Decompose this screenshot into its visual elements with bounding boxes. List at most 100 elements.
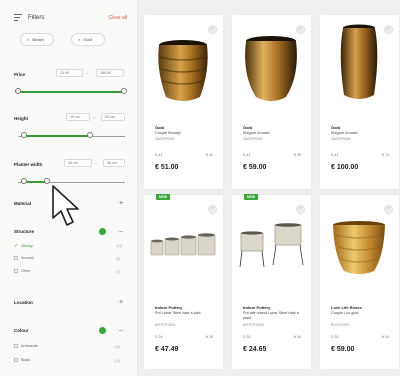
mouse-cursor-icon [52,185,79,226]
new-badge: NEW [244,194,259,200]
product-brand: Indoor Pottery [155,305,183,310]
chip-label: Gold [83,37,92,42]
height-slider-max-thumb[interactable] [87,132,93,138]
option-count: (16) [114,345,121,349]
product-card[interactable]: ♡ Gold Couple Beauty! VASGP9001 D 41 H 4… [144,15,223,189]
product-height: H 39 [293,153,301,157]
material-section-title: Material [14,201,32,206]
wishlist-heart-icon[interactable]: ♡ [208,205,217,214]
width-max-input[interactable]: 36 cm [103,159,125,167]
structure-section-title: Structure [14,229,35,234]
product-brand: Gold [243,125,253,130]
product-name: Couple Lux gold [331,311,359,315]
height-min-input[interactable]: 19 cm [66,113,90,121]
product-price: € 47.49 [155,346,179,353]
height-slider-fill [24,135,90,137]
option-count: (12) [114,359,121,363]
price-max-input[interactable]: 189.00 [96,69,124,77]
product-card[interactable]: NEW ♡ Indoor Pottery Pot Lunar Steel hal… [144,194,223,369]
collapse-minus-icon[interactable]: – [119,228,123,235]
check-icon: ✓ [14,243,19,249]
new-badge: NEW [156,194,171,200]
colour-option-anthracite[interactable]: Anthracite [14,344,38,348]
product-name: Pot Lunar Steel hale a pilot [155,311,201,315]
product-brand: Love Life Roses [331,305,362,310]
filters-title: Filters [28,14,45,21]
product-card[interactable]: NEW ♡ Indoor Pottery Pot with stand Luna… [232,194,311,369]
filter-icon [14,14,22,21]
close-icon[interactable]: × [27,37,29,42]
checkbox[interactable] [14,344,18,348]
structure-option-other[interactable]: Other [14,269,31,273]
option-label: Black [21,358,31,362]
product-height: H 24 [381,335,389,339]
active-filter-chip-gold[interactable]: × Gold [71,33,105,46]
product-brand: Indoor Pottery [243,305,271,310]
wishlist-heart-icon[interactable]: ♡ [384,25,393,34]
expand-plus-icon[interactable]: + [119,299,123,306]
product-height: H 18 [205,335,213,339]
expand-plus-icon[interactable]: + [119,200,123,207]
product-dimension: D 24 [155,335,163,339]
product-sku: VASGP9001 [155,137,175,141]
wishlist-heart-icon[interactable]: ♡ [384,205,393,214]
checkbox[interactable] [14,358,18,362]
product-price: € 24.65 [243,346,267,353]
option-count: (8) [116,257,121,261]
width-slider-min-thumb[interactable] [21,178,27,184]
width-slider-fill [24,181,46,183]
close-icon[interactable]: × [78,37,80,42]
product-height: H 34 [293,335,301,339]
product-card[interactable]: ♡ Love Life Roses Couple Lux gold ELELXG… [320,195,399,369]
wishlist-heart-icon[interactable]: ♡ [296,25,305,34]
product-name: Elegant Vrouwe [243,131,270,135]
product-name: Couple Beauty! [155,131,181,135]
colour-option-black[interactable]: Black [14,358,30,362]
width-min-input[interactable]: 26 cm [64,159,92,167]
option-label: Glossy [21,244,33,248]
height-max-input[interactable]: 53 cm [101,113,125,121]
product-brand: Gold [331,125,341,130]
active-filter-dot [99,327,106,334]
wishlist-heart-icon[interactable]: ♡ [208,25,217,34]
product-dimension: D 41 [331,153,339,157]
price-slider-min-thumb[interactable] [15,88,21,94]
active-filter-chip-brown[interactable]: × Brown [20,33,54,46]
filter-header: Filters [14,14,44,21]
option-count: (2) [116,270,121,274]
structure-option-smooth[interactable]: Smooth [14,256,34,260]
wishlist-heart-icon[interactable]: ♡ [296,205,305,214]
option-label: Smooth [21,256,35,260]
product-price: € 100.00 [331,164,359,171]
price-slider-max-thumb[interactable] [121,88,127,94]
option-label: Other [21,269,31,273]
collapse-minus-icon[interactable]: – [119,327,123,334]
product-card[interactable]: ♡ Gold Elegant Vrouwe VASGP9009 D 41 H 7… [320,15,399,189]
clear-all-link[interactable]: Clear all [109,15,127,21]
product-price: € 59.00 [243,164,267,171]
structure-option-glossy[interactable]: ✓ Glossy [14,243,33,249]
checkbox[interactable] [14,269,18,273]
product-card[interactable]: ♡ Gold Elegant Vrouwe VASGP9002 D 41 H 3… [232,15,311,189]
product-sku: ELELXGP4 [331,323,349,327]
checkbox[interactable] [14,256,18,260]
price-label: Price [14,72,26,77]
chip-label: Brown [32,37,44,42]
colour-section-title: Colour [14,328,29,333]
option-count: (29) [116,244,123,248]
option-label: Anthracite [21,344,39,348]
active-filter-dot [99,228,106,235]
product-height: H 41 [205,153,213,157]
product-dimension: D 33 [331,335,339,339]
product-name: Pot with stand Lunar Steel hale a plant [243,311,299,320]
product-dimension: D 41 [243,153,251,157]
product-sku: INTPOT4003 [243,323,264,327]
location-section-title: Location [14,300,33,305]
height-slider-min-thumb[interactable] [21,132,27,138]
product-name: Elegant Vrouwe [331,131,358,135]
product-height: H 74 [381,153,389,157]
price-min-input[interactable]: 24.95 [56,69,83,77]
product-dimension: D 41 [155,153,163,157]
product-price: € 51.00 [155,164,179,171]
product-sku: VASGP9009 [331,137,351,141]
